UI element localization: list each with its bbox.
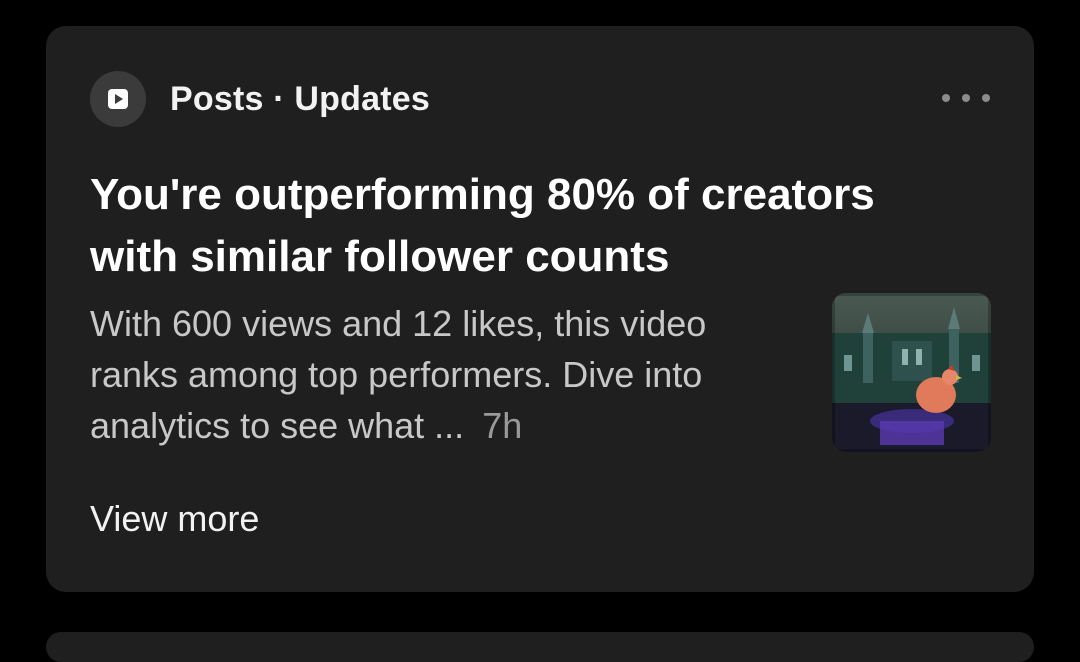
notification-body-text: With 600 views and 12 likes, this video … <box>90 303 707 446</box>
play-icon <box>90 71 146 127</box>
notification-body: With 600 views and 12 likes, this video … <box>90 298 790 451</box>
video-thumbnail[interactable] <box>832 293 991 452</box>
next-notification-card[interactable] <box>46 632 1034 662</box>
notification-timestamp: 7h <box>482 405 523 446</box>
notification-header: Posts · Updates <box>90 70 430 128</box>
view-more-button[interactable]: View more <box>90 498 259 540</box>
more-options-button[interactable] <box>942 84 990 112</box>
notification-headline: You're outperforming 80% of creators wit… <box>90 170 875 281</box>
notification-source: Posts · Updates <box>170 79 430 118</box>
more-horizontal-icon <box>942 94 950 102</box>
notification-card[interactable]: Posts · Updates You're outperforming 80%… <box>46 26 1034 592</box>
